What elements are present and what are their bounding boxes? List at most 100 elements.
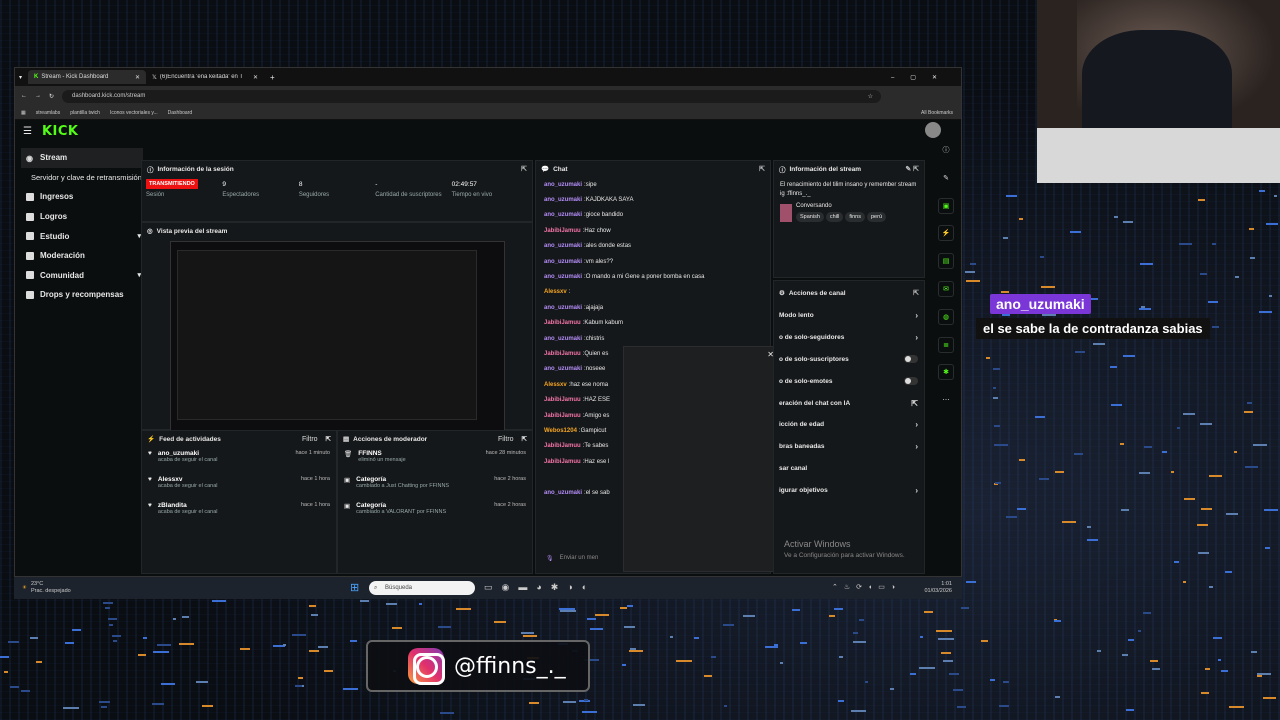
chat-username[interactable]: JabibiJamuu [544, 459, 581, 465]
edit-icon[interactable]: ✎ [938, 170, 954, 186]
all-bookmarks[interactable]: All Bookmarks [921, 110, 953, 116]
channel-action-row[interactable]: sar canal [774, 458, 924, 480]
chat-username[interactable]: ano_uzumaki [544, 274, 582, 280]
star-icon[interactable]: ☆ [868, 93, 873, 100]
tray-icons[interactable]: ⌃♨⟳◖▭◑ [832, 583, 901, 591]
popout-icon[interactable]: ⇱ [521, 165, 527, 173]
chat-username[interactable]: ano_uzumaki [544, 259, 582, 265]
chat-username[interactable]: ano_uzumaki [544, 243, 582, 249]
tab-list-icon[interactable]: ▾ [19, 74, 22, 81]
popout-icon[interactable]: ⇱ [522, 435, 527, 443]
taskbar-apps[interactable]: ▭◉▬◕✱◑◐ [484, 582, 596, 593]
popout-icon[interactable]: ⇱ [759, 165, 765, 173]
kick-logo[interactable]: KICK [42, 124, 79, 139]
chat-username[interactable]: JabibiJamuu [544, 320, 581, 326]
chat-input[interactable]: 🎙 Enviar un men [546, 551, 616, 565]
chat-username[interactable]: Alessxv [544, 382, 567, 388]
filter-button[interactable]: Filtro [302, 436, 318, 443]
taskbar-search[interactable]: ⌕ Búsqueda [369, 581, 475, 595]
sidebar-item-server-key[interactable]: Servidor y clave de retransmisión [21, 168, 143, 188]
chat-username[interactable]: ano_uzumaki [544, 197, 582, 203]
channel-action-row[interactable]: Modo lento › [774, 305, 924, 327]
chat-username[interactable]: Webos1204 [544, 428, 577, 434]
url-input[interactable]: dashboard.kick.com/stream ☆ [62, 89, 881, 103]
back-icon[interactable]: ← [21, 93, 27, 99]
menu-icon[interactable]: ☰ [23, 126, 32, 137]
chat-username[interactable]: ano_uzumaki [544, 366, 582, 372]
channel-action-row[interactable]: o de solo-suscriptores [774, 349, 924, 371]
info-icon[interactable]: ⓘ [938, 142, 954, 158]
weather-widget[interactable]: 23°C Prac. despejado [31, 581, 71, 595]
bookmark-item[interactable]: Iconos vectoriales y... [110, 110, 158, 116]
tag[interactable]: finns [845, 212, 865, 222]
chat-username[interactable]: JabibiJamuu [544, 413, 581, 419]
chat-username[interactable]: JabibiJamuu [544, 397, 581, 403]
chat-username[interactable]: ano_uzumaki [544, 336, 582, 342]
server-icon[interactable]: ≣ [938, 336, 954, 353]
toggle-switch[interactable] [904, 377, 918, 386]
trash-icon: 🗑 [344, 451, 353, 458]
channel-action-row[interactable]: o de solo-emotes [774, 370, 924, 392]
sidebar-item-ingresos[interactable]: Ingresos [21, 187, 143, 207]
chat-username[interactable]: Alessxv [544, 289, 567, 295]
feed-user[interactable]: Alessxv [158, 476, 218, 483]
chat-username[interactable]: ano_uzumaki [544, 212, 582, 218]
wrench-icon[interactable]: ✱ [938, 364, 954, 381]
apps-icon[interactable]: ▦ [21, 110, 26, 116]
share-icon[interactable]: ⋯ [938, 392, 954, 408]
popout-icon[interactable]: ⇱ [326, 435, 331, 443]
tag[interactable]: perú [867, 212, 887, 222]
channel-action-row[interactable]: bras baneadas › [774, 436, 924, 458]
sidebar-item-logros[interactable]: Logros [21, 207, 143, 227]
edit-icon[interactable]: ✎ ⇱ [905, 165, 919, 173]
avatar[interactable] [925, 122, 941, 138]
sidebar-item-estudio[interactable]: Estudio ▾ [21, 226, 143, 246]
channel-action-row[interactable]: igurar objetivos › [774, 479, 924, 501]
tab-x[interactable]: 𝕏 (6)Encuentra 'eña keitada' en T ✕ [146, 70, 264, 84]
windows-start-icon[interactable]: ⊞ [350, 581, 359, 594]
feed-user[interactable]: zBlandita [158, 502, 218, 509]
new-tab-button[interactable]: + [270, 73, 275, 82]
bookmark-item[interactable]: plantilla twich [70, 110, 100, 116]
chat-icon[interactable]: ✉ [938, 280, 954, 297]
stream-preview[interactable] [170, 241, 505, 431]
chat-text: HAZ ESE [584, 397, 611, 404]
close-icon[interactable]: ✕ [253, 74, 258, 81]
tag[interactable]: chill [825, 212, 844, 222]
clock[interactable]: 1:01 01/03/2026 [924, 581, 952, 595]
clip-icon[interactable]: ▣ [938, 197, 954, 214]
chevron-right-icon: › [915, 420, 918, 430]
chat-username[interactable]: JabibiJamuu [544, 228, 581, 234]
channel-action-row[interactable]: o de solo-seguidores › [774, 327, 924, 349]
bookmark-item[interactable]: streamlabs [36, 110, 60, 116]
chat-username[interactable]: ano_uzumaki [544, 305, 582, 311]
popout-icon[interactable]: ⇱ [913, 289, 919, 297]
channel-action-row[interactable]: eración del chat con IA ⇱ [774, 392, 924, 414]
forward-icon[interactable]: → [35, 93, 41, 99]
close-icon[interactable]: ✕ [135, 74, 140, 81]
tab-stream[interactable]: K Stream - Kick Dashboard ✕ [28, 70, 147, 84]
toggle-switch[interactable] [904, 355, 918, 364]
window-controls[interactable]: –▢✕ [891, 74, 953, 81]
chat-username[interactable]: ano_uzumaki [544, 182, 582, 188]
feed-user[interactable]: ano_uzumaki [158, 450, 218, 457]
lightning-icon[interactable]: ⚡ [938, 225, 954, 242]
chat-username[interactable]: ano_uzumaki [544, 490, 582, 496]
sidebar-item-stream[interactable]: ◉ Stream [21, 148, 143, 168]
bookmark-item[interactable]: Dashboard [168, 110, 192, 116]
chat-username[interactable]: JabibiJamuu [544, 351, 581, 357]
chat-message: ano_uzumaki: gioce bandido [536, 208, 770, 223]
sidebar-item-moderacion[interactable]: Moderación [21, 246, 143, 266]
mod-user[interactable]: FFINNS [358, 450, 405, 457]
channel-action-label: bras baneadas [779, 443, 825, 451]
reload-icon[interactable]: ↻ [49, 93, 54, 100]
signal-icon[interactable]: ◍ [938, 308, 954, 325]
sidebar-item-comunidad[interactable]: Comunidad ▾ [21, 266, 143, 286]
tag[interactable]: Spanish [796, 212, 824, 222]
note-icon[interactable]: ▤ [938, 253, 954, 270]
sidebar-item-drops[interactable]: Drops y recompensas [21, 285, 143, 305]
right-rail: ⓘ ✎ ▣ ⚡ ▤ ✉ ◍ ≣ ✱ ⋯ [931, 142, 961, 420]
channel-action-row[interactable]: icción de edad › [774, 414, 924, 436]
filter-button[interactable]: Filtro [498, 436, 514, 443]
chat-username[interactable]: JabibiJamuu [544, 443, 581, 449]
